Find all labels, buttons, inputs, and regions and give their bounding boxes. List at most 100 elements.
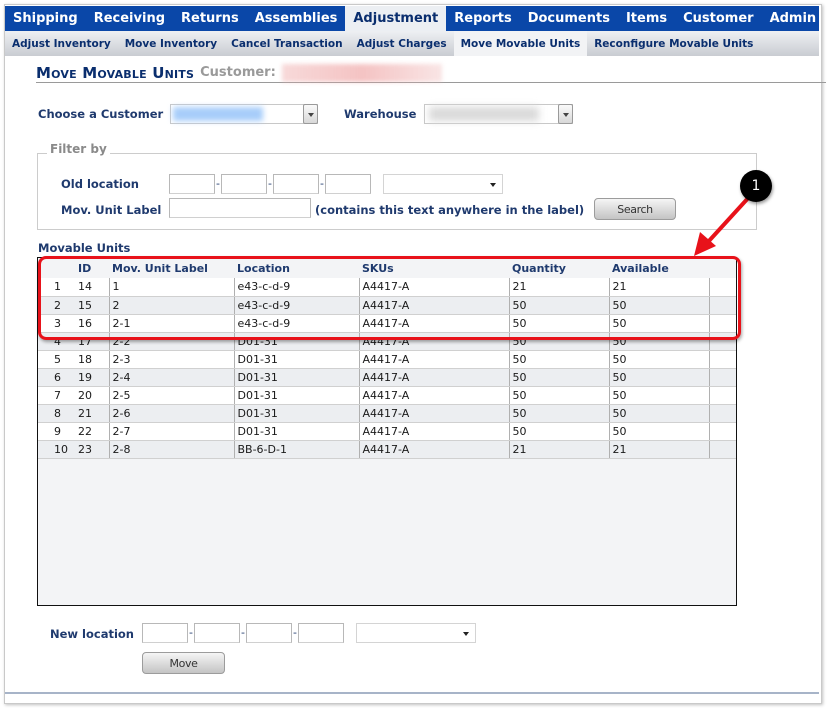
id-cell: 19 (75, 368, 109, 387)
column-header-rownum (38, 258, 75, 278)
main-tab-returns[interactable]: Returns (173, 6, 247, 31)
table-row[interactable]: 8 21 2-6 D01-31 A4417-A 50 50 (38, 404, 736, 423)
main-tab-admin[interactable]: Admin (762, 6, 825, 31)
warehouse-label: Warehouse (344, 107, 417, 121)
old-location-part-4-input[interactable] (325, 174, 371, 194)
sub-tab-cancel-transaction[interactable]: Cancel Transaction (224, 31, 349, 56)
new-location-part-2-input[interactable] (194, 623, 240, 643)
row-number-cell: 1 (38, 278, 75, 297)
column-header-skus[interactable]: SKUs (359, 258, 509, 278)
sub-tab-adjust-charges[interactable]: Adjust Charges (350, 31, 454, 56)
row-number-cell: 9 (38, 422, 75, 441)
new-location-part-3-input[interactable] (246, 623, 292, 643)
customer-caption: Customer: (200, 65, 276, 80)
column-header-id[interactable]: ID (75, 258, 109, 278)
column-header-label[interactable]: Mov. Unit Label (109, 258, 234, 278)
main-nav: Shipping Receiving Returns Assemblies Ad… (5, 6, 819, 31)
sub-tab-move-inventory[interactable]: Move Inventory (118, 31, 224, 56)
quantity-cell: 50 (508, 296, 609, 315)
table-row[interactable]: 6 19 2-4 D01-31 A4417-A 50 50 (38, 368, 736, 387)
id-cell: 21 (75, 404, 109, 423)
table-row[interactable]: 10 23 2-8 BB-6-D-1 A4417-A 21 21 (38, 440, 736, 459)
main-tab-assemblies[interactable]: Assemblies (247, 6, 346, 31)
old-location-label: Old location (61, 177, 139, 191)
quantity-cell: 50 (508, 314, 609, 333)
id-cell: 20 (75, 386, 109, 405)
quantity-cell: 50 (508, 386, 609, 405)
main-tab-shipping[interactable]: Shipping (5, 6, 86, 31)
label-cell: 2-3 (108, 350, 234, 369)
id-cell: 22 (75, 422, 109, 441)
old-location-part-3-input[interactable] (273, 174, 319, 194)
search-button[interactable]: Search (594, 198, 676, 220)
location-cell: e43-c-d-9 (233, 296, 359, 315)
new-location-part-1-input[interactable] (142, 623, 188, 643)
movable-units-title: Movable Units (38, 241, 131, 255)
label-cell: 2-4 (108, 368, 234, 387)
main-tab-adjustment[interactable]: Adjustment (345, 6, 447, 31)
old-location-part-1-input[interactable] (169, 174, 215, 194)
footer-divider (5, 692, 819, 694)
old-location-part-2-input[interactable] (221, 174, 267, 194)
page-header: Move Movable Units Customer: (36, 62, 826, 83)
row-number-cell: 4 (38, 332, 75, 351)
new-location-label: New location (50, 627, 134, 641)
id-cell: 23 (75, 440, 109, 459)
table-row[interactable]: 5 18 2-3 D01-31 A4417-A 50 50 (38, 350, 736, 369)
filler-cell (708, 332, 736, 351)
filler-cell (708, 278, 736, 297)
id-cell: 17 (75, 332, 109, 351)
move-button[interactable]: Move (142, 652, 225, 674)
column-header-available[interactable]: Available (609, 258, 709, 278)
available-cell: 50 (608, 296, 709, 315)
row-number-cell: 5 (38, 350, 75, 369)
main-tab-items[interactable]: Items (618, 6, 675, 31)
filler-cell (708, 386, 736, 405)
sub-tab-move-movable-units[interactable]: Move Movable Units (453, 31, 588, 56)
warehouse-dropdown-arrow-icon[interactable] (558, 104, 573, 124)
main-tab-customer[interactable]: Customer (675, 6, 761, 31)
table-row[interactable]: 2 15 2 e43-c-d-9 A4417-A 50 50 (38, 296, 736, 315)
skus-cell: A4417-A (358, 350, 509, 369)
table-row[interactable]: 3 16 2-1 e43-c-d-9 A4417-A 50 50 (38, 314, 736, 333)
old-location-separator: - (320, 177, 324, 190)
new-location-dropdown[interactable] (356, 623, 476, 643)
skus-cell: A4417-A (358, 440, 509, 459)
warehouse-select[interactable] (424, 104, 573, 124)
skus-cell: A4417-A (358, 278, 509, 297)
new-location-separator: - (241, 626, 245, 639)
new-location-part-4-input[interactable] (298, 623, 344, 643)
table-row[interactable]: 7 20 2-5 D01-31 A4417-A 50 50 (38, 386, 736, 405)
table-row[interactable]: 1 14 1 e43-c-d-9 A4417-A 21 21 (38, 278, 736, 297)
skus-cell: A4417-A (358, 368, 509, 387)
main-tab-documents[interactable]: Documents (520, 6, 618, 31)
customer-select[interactable] (170, 104, 318, 124)
column-header-location[interactable]: Location (234, 258, 359, 278)
label-cell: 2-5 (108, 386, 234, 405)
table-row[interactable]: 4 17 2-2 D01-31 A4417-A 50 50 (38, 332, 736, 351)
old-location-dropdown[interactable] (383, 174, 503, 194)
table-row[interactable]: 9 22 2-7 D01-31 A4417-A 50 50 (38, 422, 736, 441)
location-cell: D01-31 (233, 332, 359, 351)
filler-cell (708, 314, 736, 333)
row-number-cell: 8 (38, 404, 75, 423)
location-cell: D01-31 (233, 404, 359, 423)
column-header-filler (709, 258, 736, 278)
skus-cell: A4417-A (358, 332, 509, 351)
column-header-quantity[interactable]: Quantity (509, 258, 609, 278)
customer-dropdown-arrow-icon[interactable] (303, 104, 318, 124)
quantity-cell: 50 (508, 404, 609, 423)
main-tab-receiving[interactable]: Receiving (86, 6, 173, 31)
main-tab-reports[interactable]: Reports (446, 6, 519, 31)
quantity-cell: 21 (508, 278, 609, 297)
label-cell: 2 (108, 296, 234, 315)
sub-tab-reconfigure-movable-units[interactable]: Reconfigure Movable Units (587, 31, 760, 56)
filler-cell (708, 404, 736, 423)
mov-unit-label-input[interactable] (169, 198, 311, 218)
new-location-separator: - (189, 626, 193, 639)
label-cell: 2-8 (108, 440, 234, 459)
skus-cell: A4417-A (358, 386, 509, 405)
mov-unit-label-label: Mov. Unit Label (61, 203, 162, 217)
quantity-cell: 50 (508, 332, 609, 351)
sub-tab-adjust-inventory[interactable]: Adjust Inventory (5, 31, 118, 56)
